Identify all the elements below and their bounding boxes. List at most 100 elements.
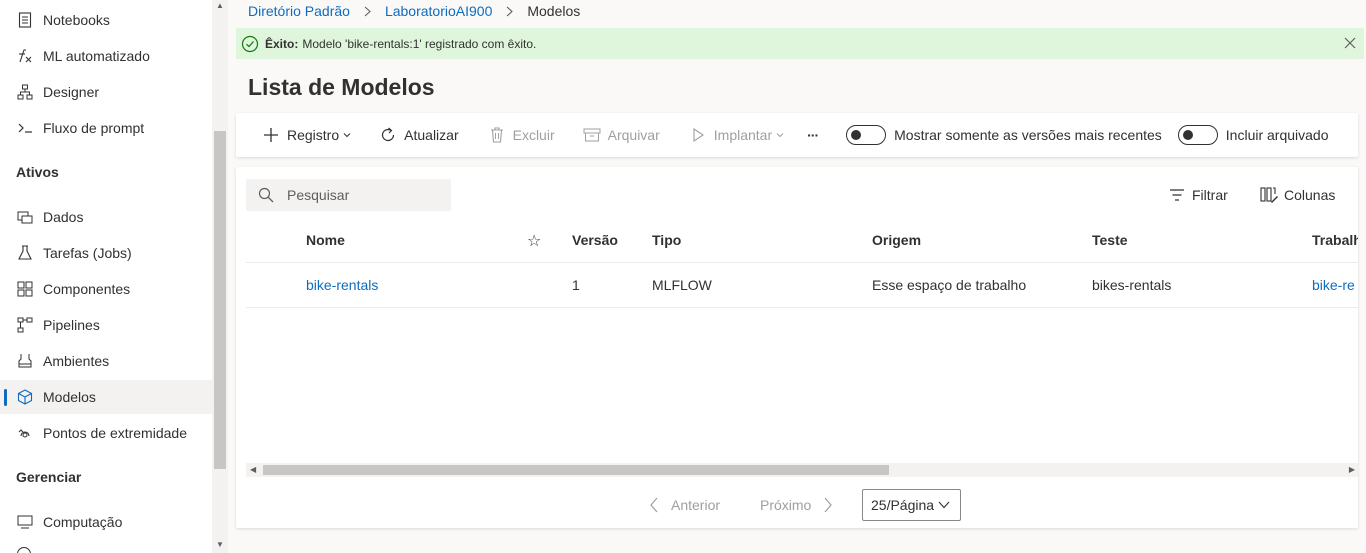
refresh-icon (379, 126, 397, 144)
sidebar: Notebooks ML automatizado Designer Fluxo… (0, 0, 212, 553)
include-archived-toggle[interactable]: Incluir arquivado (1177, 113, 1329, 157)
scroll-down-arrow-icon[interactable]: ▼ (216, 541, 224, 549)
sidebar-item-partial-icon (17, 547, 31, 553)
sidebar-item-components[interactable]: Componentes (0, 272, 212, 306)
table-horizontal-scrollbar[interactable]: ◀ ▶ (246, 463, 1358, 477)
models-list-card: Filtrar Colunas Nome ☆ Versão Tipo Orige… (236, 167, 1358, 528)
scroll-up-arrow-icon[interactable]: ▲ (216, 2, 224, 10)
filter-button[interactable]: Filtrar (1168, 179, 1228, 211)
success-check-icon (241, 35, 259, 53)
column-header-name[interactable]: Nome (306, 232, 345, 248)
sidebar-item-label: Tarefas (Jobs) (43, 245, 132, 261)
scroll-right-arrow-icon[interactable]: ▶ (1349, 466, 1355, 474)
delete-button[interactable]: Excluir (488, 113, 555, 157)
archive-button[interactable]: Arquivar (583, 113, 660, 157)
chevron-down-icon (938, 501, 950, 509)
sidebar-item-models[interactable]: Modelos (0, 380, 212, 414)
sidebar-item-label: Ambientes (43, 353, 110, 369)
sidebar-item-notebooks[interactable]: Notebooks (0, 3, 212, 37)
sidebar-item-label: Componentes (43, 281, 131, 297)
table-row[interactable] (246, 262, 1358, 308)
latest-versions-toggle[interactable]: Mostrar somente as versões mais recentes (846, 113, 1162, 157)
column-header-version[interactable]: Versão (572, 232, 618, 248)
main-content: Diretório Padrão LaboratorioAI900 Modelo… (228, 0, 1366, 553)
chevron-right-icon (823, 497, 837, 513)
previous-page-button[interactable]: Anterior (649, 489, 720, 521)
page-title: Lista de Modelos (248, 74, 435, 100)
search-box[interactable] (246, 179, 451, 211)
page-size-dropdown[interactable]: 25/Página (862, 489, 961, 521)
toggle-switch-off[interactable] (846, 125, 887, 145)
toggle-switch-off[interactable] (1177, 125, 1218, 145)
cell-experiment: bikes-rentals (1092, 277, 1172, 293)
sidebar-scrollbar[interactable]: ▲ ▼ (212, 0, 228, 553)
search-input[interactable] (287, 187, 437, 203)
sidebar-item-label: Pontos de extremidade (43, 425, 187, 441)
jobs-icon (16, 244, 34, 262)
chevron-down-icon (776, 131, 784, 139)
sidebar-item-endpoints[interactable]: Pontos de extremidade (0, 416, 212, 450)
sidebar-item-prompt-flow[interactable]: Fluxo de prompt (0, 111, 212, 145)
sidebar-item-data[interactable]: Dados (0, 200, 212, 234)
refresh-button[interactable]: Atualizar (379, 113, 459, 157)
page-size-value: 25/Página (871, 497, 935, 513)
search-icon (258, 187, 274, 203)
more-options-button[interactable]: ··· (807, 113, 819, 157)
sidebar-item-environments[interactable]: Ambientes (0, 344, 212, 378)
models-icon (16, 388, 34, 406)
sidebar-item-jobs[interactable]: Tarefas (Jobs) (0, 236, 212, 270)
chevron-left-icon (649, 497, 663, 513)
column-header-type[interactable]: Tipo (652, 232, 681, 248)
horizontal-scrollbar-thumb[interactable] (263, 465, 889, 475)
sidebar-item-automl[interactable]: ML automatizado (0, 39, 212, 73)
cell-origin: Esse espaço de trabalho (872, 277, 1027, 293)
play-icon (689, 126, 707, 144)
sidebar-scrollbar-thumb[interactable] (214, 131, 226, 469)
sidebar-item-label: Pipelines (43, 317, 100, 333)
designer-icon (16, 83, 34, 101)
column-header-origin[interactable]: Origem (872, 232, 921, 248)
close-icon[interactable] (1344, 37, 1356, 49)
pipelines-icon (16, 316, 34, 334)
section-heading-manage: Gerenciar (16, 469, 82, 485)
star-icon[interactable]: ☆ (527, 231, 541, 251)
sidebar-item-label: Modelos (43, 389, 96, 405)
chevron-right-icon (364, 6, 371, 17)
automl-icon (16, 47, 34, 65)
section-heading-assets: Ativos (16, 164, 59, 180)
next-page-button[interactable]: Próximo (760, 489, 837, 521)
deploy-button[interactable]: Implantar (689, 113, 784, 157)
sidebar-item-label: Notebooks (43, 12, 110, 28)
column-header-job[interactable]: Trabalh (1312, 232, 1358, 248)
data-icon (16, 208, 34, 226)
archive-icon (583, 126, 601, 144)
sidebar-item-label: Dados (43, 209, 84, 225)
delete-label: Excluir (512, 127, 555, 143)
sidebar-item-compute[interactable]: Computação (0, 505, 212, 539)
banner-message: Modelo 'bike-rentals:1' registrado com ê… (302, 36, 537, 51)
model-name-link[interactable]: bike-rentals (306, 277, 378, 293)
deploy-label: Implantar (713, 127, 773, 143)
breadcrumb-item-workspace[interactable]: LaboratorioAI900 (385, 3, 492, 19)
register-button[interactable]: Registro (262, 113, 351, 157)
previous-label: Anterior (671, 497, 721, 513)
sidebar-item-pipelines[interactable]: Pipelines (0, 308, 212, 342)
breadcrumb-item-directory[interactable]: Diretório Padrão (248, 3, 350, 19)
more-icon: ··· (807, 127, 819, 143)
columns-label: Colunas (1284, 187, 1336, 203)
scroll-left-arrow-icon[interactable]: ◀ (250, 466, 256, 474)
job-link[interactable]: bike-re (1312, 277, 1355, 293)
breadcrumb: Diretório Padrão LaboratorioAI900 Modelo… (248, 2, 580, 20)
include-archived-label: Incluir arquivado (1225, 127, 1329, 143)
filter-icon (1168, 186, 1186, 204)
plus-icon (262, 126, 280, 144)
filter-label: Filtrar (1192, 187, 1228, 203)
notebook-icon (16, 11, 34, 29)
cell-type: MLFLOW (652, 277, 712, 293)
next-label: Próximo (760, 497, 812, 513)
banner-status-label: Êxito: (265, 36, 299, 51)
sidebar-item-designer[interactable]: Designer (0, 75, 212, 109)
column-header-experiment[interactable]: Teste (1092, 232, 1128, 248)
compute-icon (16, 513, 34, 531)
columns-button[interactable]: Colunas (1260, 179, 1335, 211)
